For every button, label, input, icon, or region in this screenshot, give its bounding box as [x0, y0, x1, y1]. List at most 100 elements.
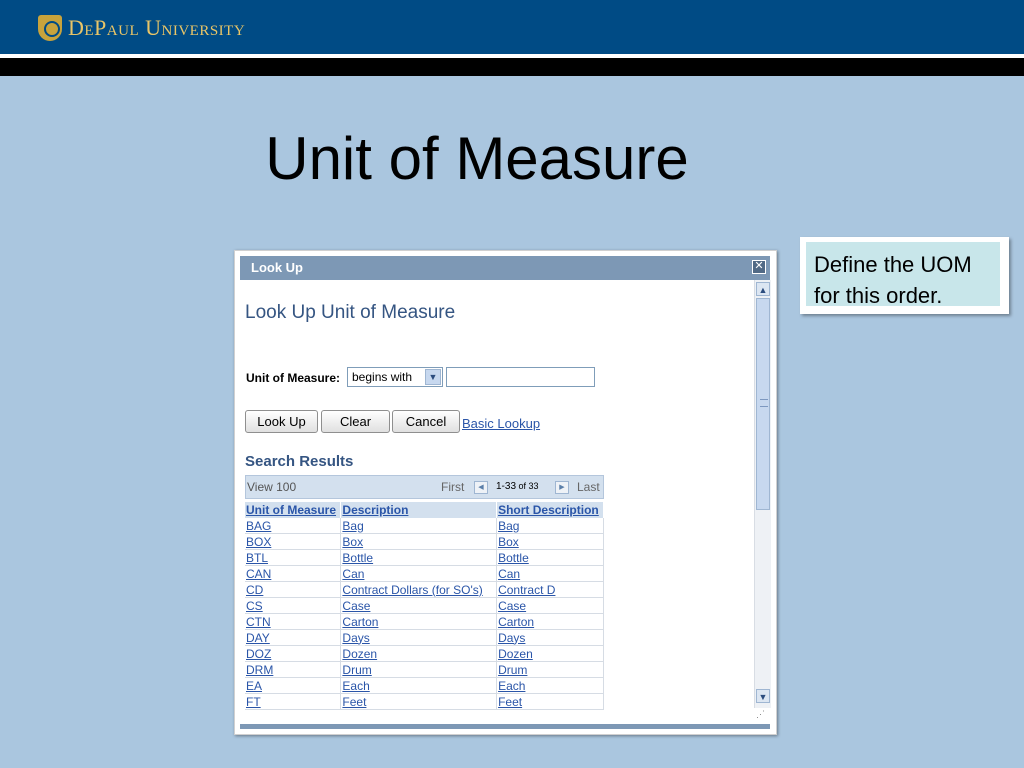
results-table: Unit of Measure Description Short Descript…: [245, 502, 604, 710]
header-divider-black: [0, 58, 1024, 76]
result-link[interactable]: Bag: [498, 519, 519, 533]
operator-select[interactable]: begins with ▼: [347, 367, 443, 387]
result-link[interactable]: Drum: [498, 663, 527, 677]
window-title: Look Up: [251, 260, 303, 275]
result-link[interactable]: Contract Dollars (for SO's): [342, 583, 482, 597]
result-link[interactable]: Dozen: [342, 647, 377, 661]
lookup-content: Look Up Unit of Measure Unit of Measure:…: [240, 280, 754, 724]
result-link[interactable]: Drum: [342, 663, 371, 677]
chevron-down-icon[interactable]: ▼: [425, 369, 441, 385]
table-cell: Contract D: [496, 581, 604, 598]
table-cell: FT: [245, 693, 342, 710]
page-range-suffix: of 33: [516, 481, 539, 491]
result-link[interactable]: DRM: [246, 663, 273, 677]
result-link[interactable]: BAG: [246, 519, 271, 533]
results-grid: View 100 First ◀ 1-33 of 33 ▶ Last Unit …: [245, 475, 604, 710]
page-range-main: 1-33: [496, 481, 517, 492]
result-link[interactable]: Days: [498, 631, 525, 645]
lookup-heading: Look Up Unit of Measure: [245, 302, 456, 323]
resize-grip-icon[interactable]: ⋰: [756, 709, 768, 721]
table-cell: CD: [245, 581, 342, 598]
table-cell: CTN: [245, 613, 342, 630]
table-cell: BTL: [245, 549, 342, 566]
logo-text: DePaul University: [68, 15, 246, 40]
table-cell: Bag: [496, 518, 604, 534]
result-link[interactable]: Case: [342, 599, 370, 613]
cancel-button[interactable]: Cancel: [392, 410, 460, 433]
result-link[interactable]: Bag: [342, 519, 363, 533]
result-link[interactable]: CTN: [246, 615, 271, 629]
lookup-window: Look Up ✕ Look Up Unit of Measure Unit o…: [234, 250, 777, 735]
callout-box: Define the UOM for this order.: [800, 237, 1009, 314]
result-link[interactable]: CS: [246, 599, 263, 613]
column-header[interactable]: Short Description: [496, 502, 604, 518]
result-link[interactable]: Can: [498, 567, 520, 581]
table-cell: Box: [340, 533, 498, 550]
result-link[interactable]: Box: [498, 535, 519, 549]
result-link[interactable]: Each: [498, 679, 525, 693]
results-header-row: Unit of Measure Description Short Descript…: [245, 502, 604, 518]
table-cell: Drum: [340, 661, 498, 678]
view-100-link[interactable]: View 100: [247, 480, 296, 494]
result-link[interactable]: Dozen: [498, 647, 533, 661]
table-cell: Feet: [340, 693, 498, 710]
table-cell: Bottle: [496, 549, 604, 566]
clear-button[interactable]: Clear: [321, 410, 390, 433]
table-cell: Case: [496, 597, 604, 614]
table-cell: Each: [340, 677, 498, 694]
result-link[interactable]: CD: [246, 583, 263, 597]
table-cell: DAY: [245, 629, 342, 646]
table-row: DAY Days Days: [245, 629, 604, 646]
result-link[interactable]: BOX: [246, 535, 271, 549]
table-cell: Carton: [496, 613, 604, 630]
result-link[interactable]: EA: [246, 679, 262, 693]
table-row: CD Contract Dollars (for SO's) Contract D: [245, 581, 604, 598]
table-cell: Dozen: [340, 645, 498, 662]
previous-page-icon[interactable]: ◀: [474, 481, 488, 494]
table-cell: Days: [496, 629, 604, 646]
scrollbar-thumb[interactable]: [756, 298, 770, 510]
uom-search-input[interactable]: [446, 367, 595, 387]
next-page-icon[interactable]: ▶: [555, 481, 569, 494]
vertical-scrollbar[interactable]: ▲ ▼: [754, 280, 771, 708]
first-link[interactable]: First: [441, 480, 464, 494]
scroll-up-icon[interactable]: ▲: [756, 282, 770, 296]
university-logo: DePaul University: [38, 13, 245, 43]
result-link[interactable]: Bottle: [498, 551, 529, 565]
result-link[interactable]: Box: [342, 535, 363, 549]
table-cell: Box: [496, 533, 604, 550]
lookup-button[interactable]: Look Up: [245, 410, 318, 433]
last-link[interactable]: Last: [577, 480, 600, 494]
result-link[interactable]: Bottle: [342, 551, 373, 565]
results-body: BAG Bag Bag BOX Box Box BTL Bottle Bottle CAN Can C…: [245, 518, 604, 710]
table-row: EA Each Each: [245, 677, 604, 694]
result-link[interactable]: Days: [342, 631, 369, 645]
result-link[interactable]: Carton: [498, 615, 534, 629]
result-link[interactable]: Each: [342, 679, 369, 693]
university-header: DePaul University: [0, 0, 1024, 54]
callout-line-2: for this order.: [814, 283, 943, 308]
close-icon[interactable]: ✕: [752, 260, 766, 274]
result-link[interactable]: Carton: [342, 615, 378, 629]
result-link[interactable]: DOZ: [246, 647, 271, 661]
column-header[interactable]: Unit of Measure: [245, 502, 342, 518]
table-cell: EA: [245, 677, 342, 694]
result-link[interactable]: Can: [342, 567, 364, 581]
column-header[interactable]: Description: [340, 502, 498, 518]
basic-lookup-link[interactable]: Basic Lookup: [462, 416, 540, 431]
result-link[interactable]: FT: [246, 695, 261, 709]
table-row: BAG Bag Bag: [245, 518, 604, 534]
grip-icon: [760, 399, 768, 407]
table-row: BOX Box Box: [245, 533, 604, 550]
scroll-down-icon[interactable]: ▼: [756, 689, 770, 703]
result-link[interactable]: Contract D: [498, 583, 555, 597]
result-link[interactable]: Feet: [498, 695, 522, 709]
result-link[interactable]: CAN: [246, 567, 271, 581]
result-link[interactable]: DAY: [246, 631, 270, 645]
operator-select-value: begins with: [352, 370, 413, 384]
result-link[interactable]: Feet: [342, 695, 366, 709]
result-link[interactable]: BTL: [246, 551, 268, 565]
table-row: DOZ Dozen Dozen: [245, 645, 604, 662]
callout-text: Define the UOM for this order.: [806, 242, 1000, 308]
result-link[interactable]: Case: [498, 599, 526, 613]
